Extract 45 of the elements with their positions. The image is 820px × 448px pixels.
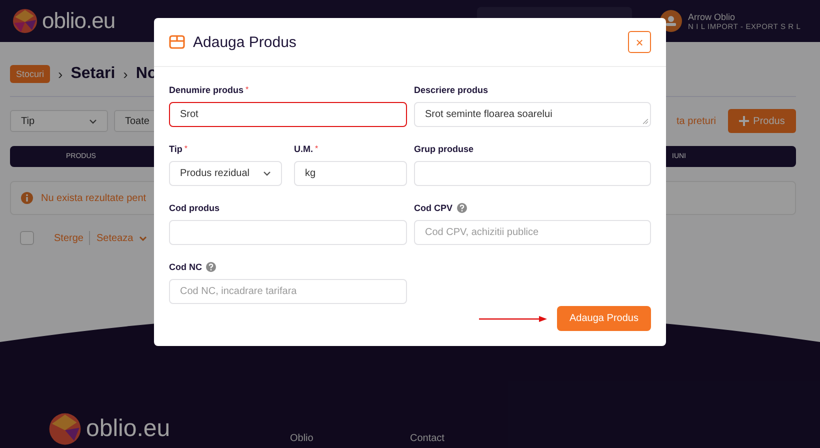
footer-heading: Oblio (290, 433, 314, 444)
field-label: Grup produse (414, 144, 474, 154)
plus-icon (739, 116, 750, 126)
box-icon (169, 34, 185, 50)
field-label: Denumire produs (169, 85, 244, 95)
field-label: Tip (169, 144, 182, 154)
breadcrumb-separator: › (58, 66, 63, 82)
input-field[interactable]: Cod NC, incadrare tarifara (169, 279, 407, 304)
user-name[interactable]: Arrow Oblio (688, 12, 801, 22)
footer-heading: Contact (410, 433, 446, 444)
logo-text[interactable]: oblio.eu (86, 415, 170, 443)
field-label: Cod CPV (414, 203, 453, 213)
input-field[interactable]: Srot (169, 102, 407, 127)
arrow-annotation (479, 316, 547, 322)
required-mark: * (315, 144, 318, 153)
select-all-checkbox[interactable] (20, 231, 34, 245)
field-label: Descriere produs (414, 85, 488, 95)
breadcrumb-separator: › (123, 66, 128, 82)
input-field[interactable]: Cod CPV, achizitii publice (414, 220, 651, 245)
logo-text[interactable]: oblio.eu (42, 8, 116, 34)
input-field[interactable] (169, 220, 407, 245)
input-field[interactable] (414, 161, 651, 186)
info-icon (21, 192, 33, 204)
help-icon[interactable] (206, 262, 216, 272)
logo-icon (12, 8, 38, 34)
chevron-down-icon (89, 118, 97, 124)
required-mark: * (184, 144, 188, 153)
text-area[interactable]: Srot seminte floarea soarelui (414, 102, 651, 127)
breadcrumb-item[interactable]: Setari (70, 65, 116, 83)
alert-text: Nu exista rezultate pent (41, 192, 146, 204)
logo-icon (48, 412, 82, 446)
input-field[interactable]: kg (294, 161, 407, 186)
add-product-button[interactable]: Adauga Produs (557, 306, 651, 331)
select-field[interactable]: Produs rezidual (169, 161, 282, 186)
field-label: Cod NC (169, 262, 202, 272)
filter-select[interactable]: Tip (10, 110, 108, 132)
field-label: Cod produs (169, 203, 220, 213)
close-button[interactable]: × (628, 31, 651, 53)
resize-handle-icon[interactable] (643, 119, 648, 124)
chevron-down-icon (139, 236, 148, 240)
help-icon[interactable] (456, 203, 467, 213)
field-label: U.M. (294, 144, 313, 154)
required-mark: * (246, 85, 249, 94)
dialog-title: Adauga Produs (193, 34, 296, 50)
chevron-down-icon (263, 171, 271, 176)
